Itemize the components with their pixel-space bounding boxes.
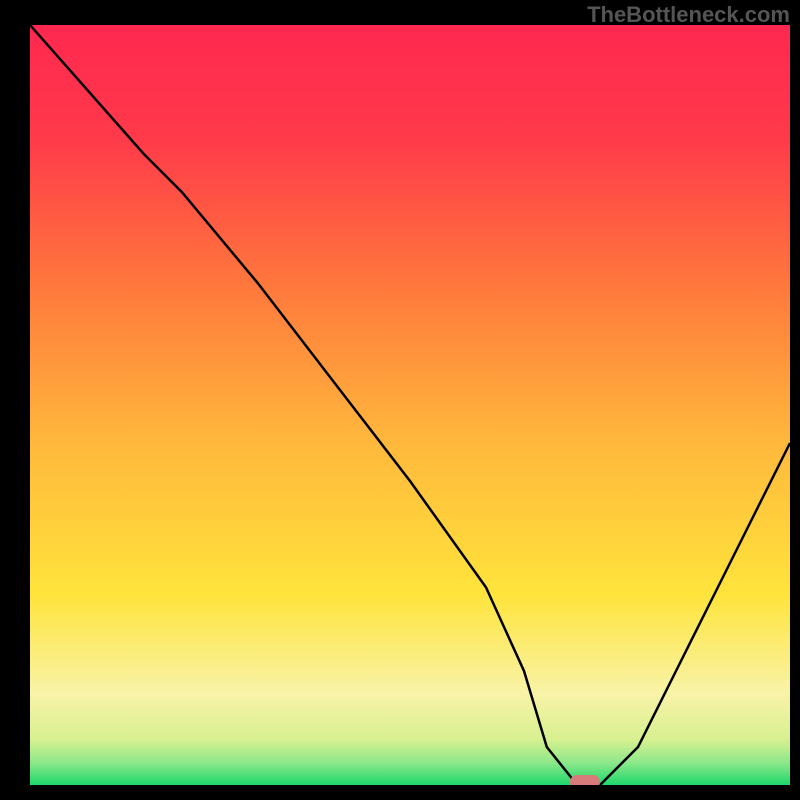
watermark-text: TheBottleneck.com (587, 2, 790, 28)
bottleneck-curve (30, 25, 790, 785)
chart-plot-area (30, 25, 790, 785)
optimal-marker (570, 775, 600, 785)
